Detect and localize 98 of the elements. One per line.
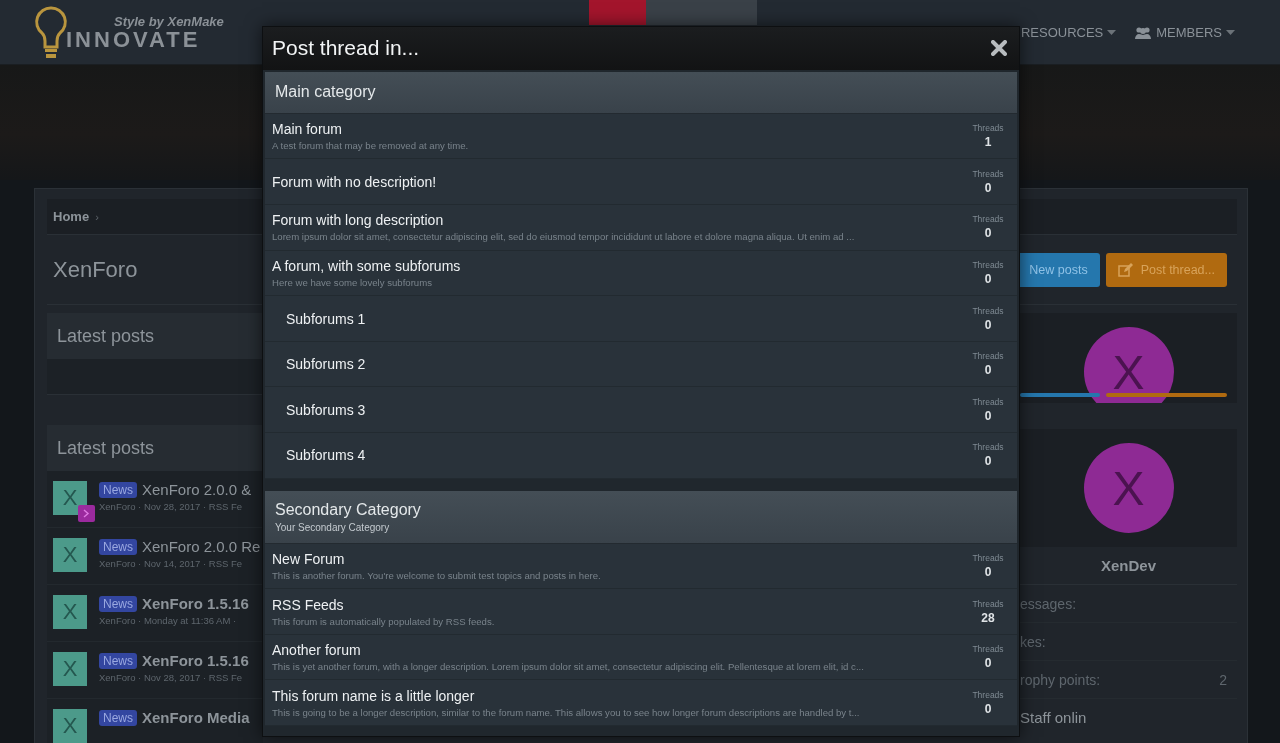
thread-count: 0 <box>984 180 992 195</box>
close-button[interactable] <box>989 38 1009 59</box>
dialog-title: Post thread in... <box>272 36 420 61</box>
post-row[interactable]: X News XenForo Media <box>47 699 263 743</box>
forum-row[interactable]: Main forum A test forum that may be removed at any time. Threads 1 <box>265 113 1017 160</box>
caret-icon <box>1226 30 1235 35</box>
forum-description: A test forum that may be removed at any time. <box>272 140 469 152</box>
stat-label: kes: <box>1020 633 1046 650</box>
thread-count: 0 <box>984 271 992 286</box>
logo-tagline: Style by XenMake <box>114 14 224 29</box>
stat-label: Threads <box>972 442 1004 453</box>
post-title[interactable]: XenForo 2.0.0 & <box>142 481 252 498</box>
stat-label: Threads <box>972 168 1004 179</box>
forum-description: This is yet another forum, with a longer description. Lorem ipsum dolor sit amet, consectetur adipiscing elit. Pellentesque at lorem elit, id c... <box>272 661 864 673</box>
thread-count: 0 <box>984 564 992 579</box>
forum-row[interactable]: Subforums 2 Threads 0 <box>265 341 1017 388</box>
forum-name[interactable]: Forum with long description <box>272 212 855 229</box>
post-title[interactable]: XenForo 1.5.16 <box>142 595 249 612</box>
forum-description: Here we have some lovely subforums <box>272 276 433 288</box>
post-meta: XenForo · Nov 28, 2017 · RSS Fe <box>99 501 244 512</box>
stat-label: essages: <box>1020 595 1077 612</box>
category-description: Your Secondary Category <box>275 521 391 533</box>
news-label: News <box>99 652 137 669</box>
news-label: News <box>99 481 137 498</box>
news-label: News <box>99 538 137 555</box>
forum-row[interactable]: Forum with no description! Threads 0 <box>265 159 1017 206</box>
forum-row[interactable]: Another forum This is yet another forum, with a longer description. Lorem ipsum dolor sit amet, consectetur adipiscing elit. Pellentesque at lorem elit, id c... Threads 0 <box>265 634 1017 681</box>
stat-label: Threads <box>972 552 1004 563</box>
news-label: News <box>99 709 137 726</box>
thread-count: 0 <box>984 317 992 332</box>
category-title[interactable]: Secondary Category <box>275 500 1007 519</box>
forum-row[interactable]: Subforums 3 Threads 0 <box>265 387 1017 434</box>
forum-name[interactable]: Subforums 2 <box>286 356 366 373</box>
post-row[interactable]: X News XenForo 1.5.16 XenForo · Nov 28, 2017 · RSS Fe <box>47 642 263 699</box>
post-row[interactable]: X News XenForo 2.0.0 & XenForo · Nov 28, 2017 · RSS Fe <box>47 471 263 528</box>
edit-icon <box>1117 262 1133 277</box>
staff-heading: Staff onlin <box>1020 709 1088 726</box>
stat-label: Threads <box>972 644 1004 655</box>
forum-description: This is going to be a longer description, similar to the forum name. This allows you to see how longer forum descriptions are handled by t... <box>272 706 860 718</box>
stat-label: Threads <box>972 689 1004 700</box>
forum-row[interactable]: This forum name is a little longer This is going to be a longer description, similar to the forum name. This allows you to see how longer forum descriptions are handled by t... Threads 0 <box>265 680 1017 726</box>
nav-tab[interactable] <box>589 0 646 25</box>
stat-label: Threads <box>972 123 1004 134</box>
nav-item[interactable]: MEMBERS <box>1134 25 1235 40</box>
forum-name[interactable]: Subforums 3 <box>286 401 366 418</box>
post-meta: XenForo · Monday at 11:36 AM · <box>99 615 238 626</box>
forum-name[interactable]: Subforums 4 <box>286 447 366 464</box>
stat-label: Threads <box>972 396 1004 407</box>
forum-name[interactable]: RSS Feeds <box>272 596 495 613</box>
forum-description: Lorem ipsum dolor sit amet, consectetur adipiscing elit, sed do eiusmod tempor incididunt ut labore et dolore magna aliqua. Ut enim ad ... <box>272 231 855 243</box>
thread-count: 0 <box>984 226 992 241</box>
thread-count: 0 <box>984 363 992 378</box>
forum-name[interactable]: Forum with no description! <box>272 173 437 190</box>
nav-tab[interactable] <box>646 0 757 25</box>
stat-label: Threads <box>972 259 1004 270</box>
thread-count: 0 <box>984 408 992 423</box>
stat-label: Threads <box>972 598 1004 609</box>
thread-count: 0 <box>984 454 992 469</box>
stat-label: rophy points: <box>1020 671 1101 688</box>
forum-row[interactable]: A forum, with some subforums Here we have some lovely subforums Threads 0 <box>265 250 1017 297</box>
forum-name[interactable]: A forum, with some subforums <box>272 257 461 274</box>
stat-value: 2 <box>1219 671 1227 688</box>
page-title: XenForo <box>53 256 138 283</box>
thread-count: 1 <box>984 135 992 150</box>
forum-row[interactable]: Forum with long description Lorem ipsum dolor sit amet, consectetur adipiscing elit, sed do eiusmod tempor incididunt ut labore et dolore magna aliqua. Ut enim ad ... Threads 0 <box>265 205 1017 251</box>
post-row[interactable]: X News XenForo 1.5.16 XenForo · Monday at 11:36 AM · <box>47 585 263 642</box>
forum-row[interactable]: Subforums 1 Threads 0 <box>265 296 1017 342</box>
breadcrumb-separator: › <box>95 210 99 223</box>
post-title[interactable]: XenForo 2.0.0 Re <box>142 538 261 555</box>
stat-label: Threads <box>972 305 1004 316</box>
post-title[interactable]: XenForo 1.5.16 <box>142 652 249 669</box>
forum-name[interactable]: This forum name is a little longer <box>272 687 860 704</box>
stat-label: Threads <box>972 214 1004 225</box>
stat-label: Threads <box>972 351 1004 362</box>
forum-row[interactable]: RSS Feeds This forum is automatically populated by RSS feeds. Threads 28 <box>265 589 1017 635</box>
block-title: Latest posts <box>47 425 263 471</box>
forum-name[interactable]: Another forum <box>272 642 864 659</box>
breadcrumb-link[interactable]: Home <box>53 209 90 224</box>
forum-name[interactable]: Main forum <box>272 121 469 138</box>
category-title[interactable]: Main category <box>275 83 1007 102</box>
post-meta: XenForo · Nov 28, 2017 · RSS Fe <box>99 672 244 683</box>
forum-row[interactable]: Subforums 4 Threads 0 <box>265 433 1017 479</box>
forum-name[interactable]: Subforums 1 <box>286 310 366 327</box>
post-title[interactable]: XenForo Media <box>142 709 250 726</box>
users-icon <box>1134 25 1153 40</box>
block-title: Latest posts <box>47 313 263 359</box>
thread-count: 28 <box>981 610 995 625</box>
bulb-logo-icon <box>34 6 68 60</box>
nav-item[interactable]: RESOURCES <box>1020 25 1117 40</box>
close-icon <box>991 40 1007 57</box>
thread-count: 0 <box>984 656 992 671</box>
forum-name[interactable]: New Forum <box>272 550 601 567</box>
caret-icon <box>1107 30 1117 35</box>
post-row[interactable]: X News XenForo 2.0.0 Re XenForo · Nov 14, 2017 · RSS Fe <box>47 528 263 585</box>
forum-description: This forum is automatically populated by RSS feeds. <box>272 615 495 627</box>
post-meta: XenForo · Nov 14, 2017 · RSS Fe <box>99 558 244 569</box>
news-label: News <box>99 595 137 612</box>
thread-count: 0 <box>984 701 992 716</box>
